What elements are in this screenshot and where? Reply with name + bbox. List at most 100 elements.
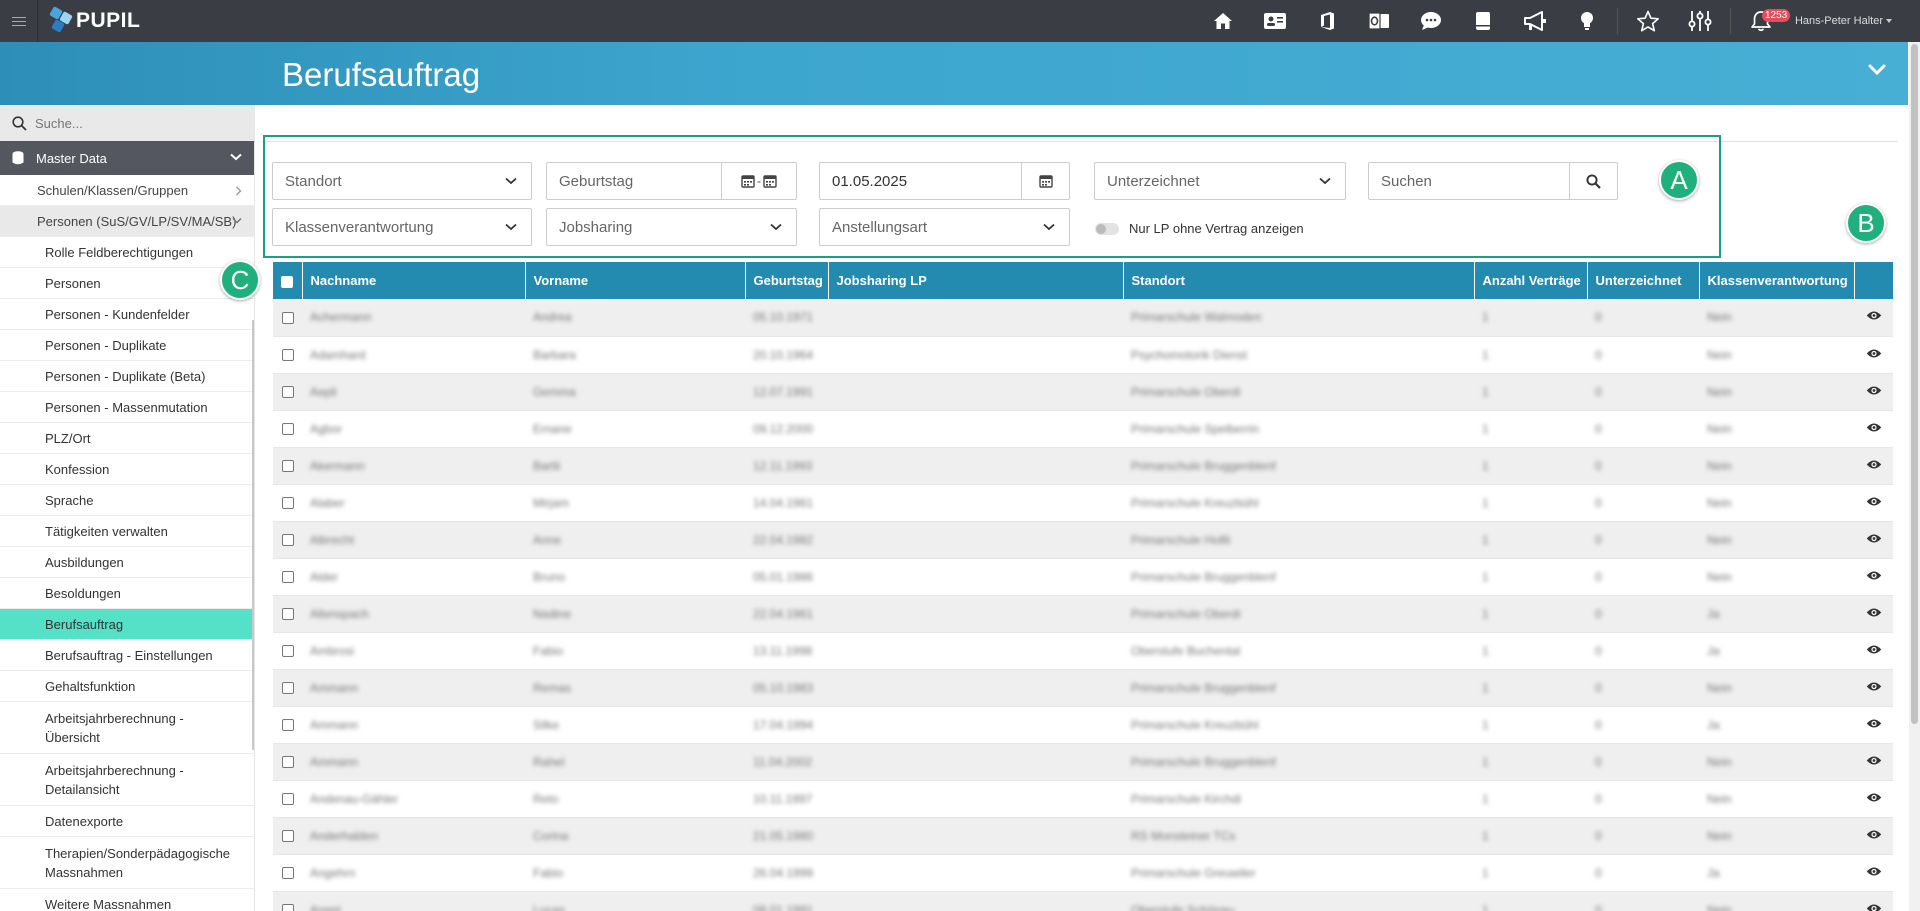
sidebar-item-berufsauftrag[interactable]: Berufsauftrag xyxy=(0,609,254,640)
eye-icon[interactable] xyxy=(1866,385,1882,399)
eye-icon[interactable] xyxy=(1866,496,1882,510)
bell-icon[interactable]: 1253 xyxy=(1735,0,1791,42)
eye-icon[interactable] xyxy=(1866,533,1882,547)
column-header-anzahl-vertraege[interactable]: Anzahl Verträge xyxy=(1474,262,1588,299)
row-checkbox[interactable] xyxy=(281,571,294,584)
row-checkbox[interactable] xyxy=(281,904,294,911)
sliders-icon[interactable] xyxy=(1674,0,1726,42)
toggle-switch[interactable] xyxy=(1095,222,1119,235)
page-scrollbar[interactable] xyxy=(1909,42,1920,911)
office-icon[interactable] xyxy=(1301,0,1353,42)
row-checkbox[interactable] xyxy=(281,497,294,510)
sidebar-item-datenexporte[interactable]: Datenexporte xyxy=(0,806,254,837)
jobsharing-select[interactable]: Jobsharing xyxy=(546,208,797,246)
eye-icon[interactable] xyxy=(1866,681,1882,695)
app-logo[interactable]: PUPIL xyxy=(48,5,140,37)
table-row[interactable]: Adamhard Barbara 20.10.1964 Psychomotorik D… xyxy=(273,336,1893,374)
column-header-geburtstag[interactable]: Geburtstag xyxy=(745,262,829,299)
sidebar-item-personen-massenmutation[interactable]: Personen - Massenmutation xyxy=(0,392,254,423)
sidebar-item-taetigkeiten[interactable]: Tätigkeiten verwalten xyxy=(0,516,254,547)
eye-icon[interactable] xyxy=(1866,792,1882,806)
outlook-icon[interactable] xyxy=(1353,0,1405,42)
row-checkbox[interactable] xyxy=(281,608,294,621)
search-field[interactable]: Suchen xyxy=(1368,162,1618,200)
geburtstag-range[interactable]: Geburtstag - xyxy=(546,162,797,200)
user-menu[interactable]: Hans-Peter Halter xyxy=(1787,15,1920,27)
date-range-button[interactable]: - xyxy=(721,163,796,199)
page-scrollbar-thumb[interactable] xyxy=(1911,44,1918,724)
eye-icon[interactable] xyxy=(1866,829,1882,843)
date-picker-button[interactable] xyxy=(1021,163,1069,199)
row-checkbox[interactable] xyxy=(281,756,294,769)
row-checkbox[interactable] xyxy=(281,830,294,843)
sidebar-item-besoldungen[interactable]: Besoldungen xyxy=(0,578,254,609)
sidebar-item-ausbildungen[interactable]: Ausbildungen xyxy=(0,547,254,578)
megaphone-icon[interactable] xyxy=(1509,0,1561,42)
sidebar-item-gehaltsfunktion[interactable]: Gehaltsfunktion xyxy=(0,671,254,702)
eye-icon[interactable] xyxy=(1866,459,1882,473)
column-header-vorname[interactable]: Vorname xyxy=(525,262,746,299)
sidebar-scrollbar[interactable] xyxy=(252,320,254,750)
sidebar-item-weitere-massnahmen[interactable]: Weitere Massnahmen xyxy=(0,889,254,911)
table-row[interactable]: Angst Lucas 08.01.1991 Oberstufe Schönau 1 0 N… xyxy=(273,891,1893,911)
row-checkbox[interactable] xyxy=(281,793,294,806)
eye-icon[interactable] xyxy=(1866,348,1882,362)
sidebar-group-schulen[interactable]: Schulen/Klassen/Gruppen xyxy=(0,175,254,206)
table-row[interactable]: Ammann Remas 05.10.1983 Primarschule Brugge… xyxy=(273,669,1893,707)
row-checkbox[interactable] xyxy=(281,423,294,436)
eye-icon[interactable] xyxy=(1866,903,1882,911)
menu-icon[interactable] xyxy=(0,0,38,42)
table-row[interactable]: Ammann Rahel 11.04.2002 Primarschule Brugge… xyxy=(273,743,1893,781)
date-field[interactable]: 01.05.2025 xyxy=(819,162,1070,200)
row-checkbox[interactable] xyxy=(281,349,294,362)
table-row[interactable]: Aepli Gemma 12.07.1991 Primarschule Oberdi 1… xyxy=(273,373,1893,411)
table-row[interactable]: Ammann Silke 17.04.1994 Primarschule Kreuzb… xyxy=(273,706,1893,744)
table-row[interactable]: Ambrosi Fabio 13.11.1998 Oberstufe Buchenta… xyxy=(273,632,1893,670)
column-header-standort[interactable]: Standort xyxy=(1123,262,1475,299)
eye-icon[interactable] xyxy=(1866,570,1882,584)
unterzeichnet-select[interactable]: Unterzeichnet xyxy=(1094,162,1346,200)
eye-icon[interactable] xyxy=(1866,866,1882,880)
nur-lp-toggle[interactable]: Nur LP ohne Vertrag anzeigen xyxy=(1095,221,1304,236)
sidebar-item-therapien[interactable]: Therapien/Sonderpädagogische Massnahmen xyxy=(0,837,254,889)
column-header-nachname[interactable]: Nachname xyxy=(302,262,526,299)
chevron-down-icon[interactable] xyxy=(1868,64,1886,79)
column-header-jobsharing-lp[interactable]: Jobsharing LP xyxy=(828,262,1124,299)
row-checkbox[interactable] xyxy=(281,460,294,473)
table-row[interactable]: Alder Bruno 05.01.1986 Primarschule Bruggen… xyxy=(273,558,1893,596)
id-card-icon[interactable] xyxy=(1249,0,1301,42)
table-row[interactable]: Andenau-Gähler Reto 10.11.1997 Primarschule… xyxy=(273,780,1893,818)
standort-select[interactable]: Standort xyxy=(272,162,532,200)
table-row[interactable]: Angehrn Fabio 26.04.1999 Primarschule Greuw… xyxy=(273,854,1893,892)
table-row[interactable]: Achermann Andrea 05.10.1971 Primarschule Wa… xyxy=(273,299,1893,337)
chat-icon[interactable] xyxy=(1405,0,1457,42)
eye-icon[interactable] xyxy=(1866,422,1882,436)
table-row[interactable]: Agbor Ernane 09.12.2000 Primarschule Spelbe… xyxy=(273,410,1893,448)
column-header-klassenverantwortung[interactable]: Klassenverantwortung xyxy=(1699,262,1855,299)
select-all-checkbox[interactable] xyxy=(281,275,294,288)
sidebar-item-sprache[interactable]: Sprache xyxy=(0,485,254,516)
search-button[interactable] xyxy=(1569,163,1617,199)
klassenverantwortung-select[interactable]: Klassenverantwortung xyxy=(272,208,532,246)
sidebar-item-konfession[interactable]: Konfession xyxy=(0,454,254,485)
sidebar-section-master-data[interactable]: Master Data xyxy=(0,141,254,175)
eye-icon[interactable] xyxy=(1866,755,1882,769)
table-row[interactable]: Allenspach Nadine 22.04.1961 Primarschule O… xyxy=(273,595,1893,633)
book-icon[interactable] xyxy=(1457,0,1509,42)
column-header-unterzeichnet[interactable]: Unterzeichnet xyxy=(1587,262,1700,299)
row-checkbox[interactable] xyxy=(281,719,294,732)
row-checkbox[interactable] xyxy=(281,312,294,325)
sidebar-item-personen-kundenfelder[interactable]: Personen - Kundenfelder xyxy=(0,299,254,330)
sidebar-item-plz-ort[interactable]: PLZ/Ort xyxy=(0,423,254,454)
eye-icon[interactable] xyxy=(1866,718,1882,732)
row-checkbox[interactable] xyxy=(281,534,294,547)
table-row[interactable]: Akermann Bartli 12.11.1993 Primarschule Bru… xyxy=(273,447,1893,485)
row-checkbox[interactable] xyxy=(281,386,294,399)
sidebar-item-berufsauftrag-einstellungen[interactable]: Berufsauftrag - Einstellungen xyxy=(0,640,254,671)
home-icon[interactable] xyxy=(1197,0,1249,42)
table-row[interactable]: Alaber Mirjam 14.04.1961 Primarschule Kreuz… xyxy=(273,484,1893,522)
sidebar-item-personen-duplikate-beta[interactable]: Personen - Duplikate (Beta) xyxy=(0,361,254,392)
sidebar-item-arbeitsjahr-detail[interactable]: Arbeitsjahrberechnung - Detailansicht xyxy=(0,754,254,806)
sidebar-item-personen-duplikate[interactable]: Personen - Duplikate xyxy=(0,330,254,361)
table-row[interactable]: Albrecht Anne 22.04.1982 Primarschule Holll… xyxy=(273,521,1893,559)
